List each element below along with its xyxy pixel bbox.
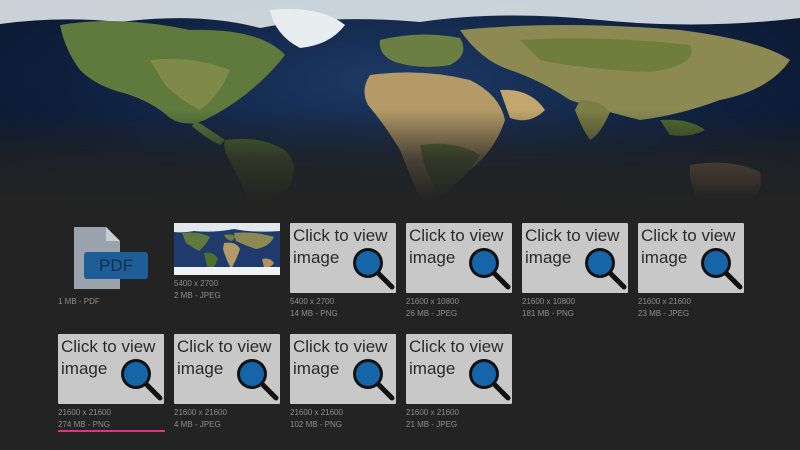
magnifier-icon [121, 359, 163, 401]
placeholder-line-1: Click to view [177, 337, 272, 356]
click-to-view-placeholder[interactable]: Click to view image [522, 223, 628, 293]
file-tile-pdf[interactable]: PDF 1 MB - PDF [58, 223, 164, 308]
file-tile[interactable]: Click to view image 21600 x 10800 181 MB - … [522, 223, 628, 320]
magnifier-icon [469, 359, 511, 401]
focus-indicator [58, 430, 165, 432]
image-dimensions: 5400 x 2700 [174, 279, 219, 288]
file-size-type: 26 MB - JPEG [406, 309, 458, 318]
file-size-type: 23 MB - JPEG [638, 309, 690, 318]
click-to-view-placeholder[interactable]: Click to view image [58, 334, 164, 404]
file-tile[interactable]: Click to view image 21600 x 21600 274 MB - … [58, 334, 164, 431]
file-size-type: 1 MB - PDF [58, 297, 100, 306]
file-tile[interactable]: Click to view image 21600 x 21600 102 MB - … [290, 334, 396, 431]
image-dimensions: 21600 x 21600 [58, 408, 111, 417]
file-tile[interactable]: Click to view image 21600 x 10800 26 MB - J… [406, 223, 512, 320]
image-dimensions: 21600 x 21600 [406, 408, 459, 417]
file-size-type: 14 MB - PNG [290, 309, 338, 318]
click-to-view-placeholder[interactable]: Click to view image [290, 334, 396, 404]
world-map-thumbnail [174, 223, 280, 275]
image-thumbnail[interactable] [174, 223, 280, 275]
placeholder-line-1: Click to view [409, 226, 504, 245]
click-to-view-placeholder[interactable]: Click to view image [406, 223, 512, 293]
magnifier-icon [701, 248, 743, 290]
file-size-type: 21 MB - JPEG [406, 420, 458, 429]
file-tile-preview[interactable]: 5400 x 2700 2 MB - JPEG [174, 223, 280, 302]
pdf-thumbnail[interactable]: PDF [58, 223, 164, 293]
placeholder-line-1: Click to view [293, 226, 388, 245]
image-dimensions: 21600 x 21600 [290, 408, 343, 417]
magnifier-icon [585, 248, 627, 290]
placeholder-line-1: Click to view [641, 226, 736, 245]
click-to-view-placeholder[interactable]: Click to view image [290, 223, 396, 293]
image-dimensions: 21600 x 10800 [522, 297, 575, 306]
click-to-view-placeholder[interactable]: Click to view image [638, 223, 744, 293]
file-size-type: 2 MB - JPEG [174, 291, 221, 300]
file-size-type: 102 MB - PNG [290, 420, 343, 429]
image-dimensions: 21600 x 21600 [638, 297, 691, 306]
file-tile[interactable]: Click to view image 21600 x 21600 23 MB - J… [638, 223, 744, 320]
magnifier-icon [469, 248, 511, 290]
placeholder-line-1: Click to view [525, 226, 620, 245]
file-tile[interactable]: Click to view image 21600 x 21600 21 MB - J… [406, 334, 512, 431]
hero-fade [0, 110, 800, 200]
magnifier-icon [353, 359, 395, 401]
file-size-type: 181 MB - PNG [522, 309, 575, 318]
file-size-type: 4 MB - JPEG [174, 420, 221, 429]
click-to-view-placeholder[interactable]: Click to view image [174, 334, 280, 404]
file-tile[interactable]: Click to view image 5400 x 2700 14 MB - PNG [290, 223, 396, 320]
placeholder-line-1: Click to view [409, 337, 504, 356]
pdf-badge-label: PDF [99, 256, 133, 275]
image-dimensions: 5400 x 2700 [290, 297, 335, 306]
placeholder-line-1: Click to view [293, 337, 388, 356]
placeholder-line-1: Click to view [61, 337, 156, 356]
file-tile[interactable]: Click to view image 21600 x 21600 4 MB - JP… [174, 334, 280, 431]
magnifier-icon [353, 248, 395, 290]
image-dimensions: 21600 x 21600 [174, 408, 227, 417]
magnifier-icon [237, 359, 279, 401]
hero-world-map [0, 0, 800, 200]
image-dimensions: 21600 x 10800 [406, 297, 459, 306]
click-to-view-placeholder[interactable]: Click to view image [406, 334, 512, 404]
